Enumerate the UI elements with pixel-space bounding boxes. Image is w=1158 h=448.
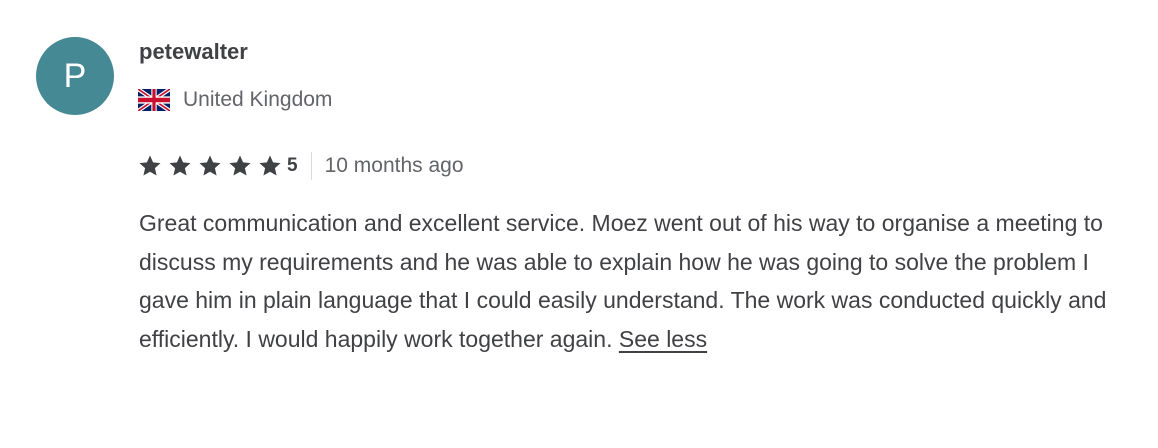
star-icon bbox=[169, 155, 191, 176]
star-icon bbox=[139, 155, 161, 176]
country-name: United Kingdom bbox=[183, 88, 333, 111]
reviewer-country: United Kingdom bbox=[138, 86, 332, 114]
star-rating bbox=[138, 154, 288, 178]
divider bbox=[310, 152, 312, 180]
rating-value: 5 bbox=[287, 155, 298, 176]
star-icon bbox=[229, 155, 251, 176]
uk-flag-icon bbox=[138, 89, 170, 111]
star-icon bbox=[259, 155, 281, 176]
review-body: Great communication and excellent servic… bbox=[139, 204, 1139, 358]
rating-row: 5 10 months ago bbox=[138, 151, 464, 181]
avatar: P bbox=[36, 37, 114, 115]
see-less-link[interactable]: See less bbox=[619, 326, 707, 352]
reviewer-username: petewalter bbox=[139, 39, 248, 64]
star-icon bbox=[199, 155, 221, 176]
review-time: 10 months ago bbox=[324, 154, 464, 177]
